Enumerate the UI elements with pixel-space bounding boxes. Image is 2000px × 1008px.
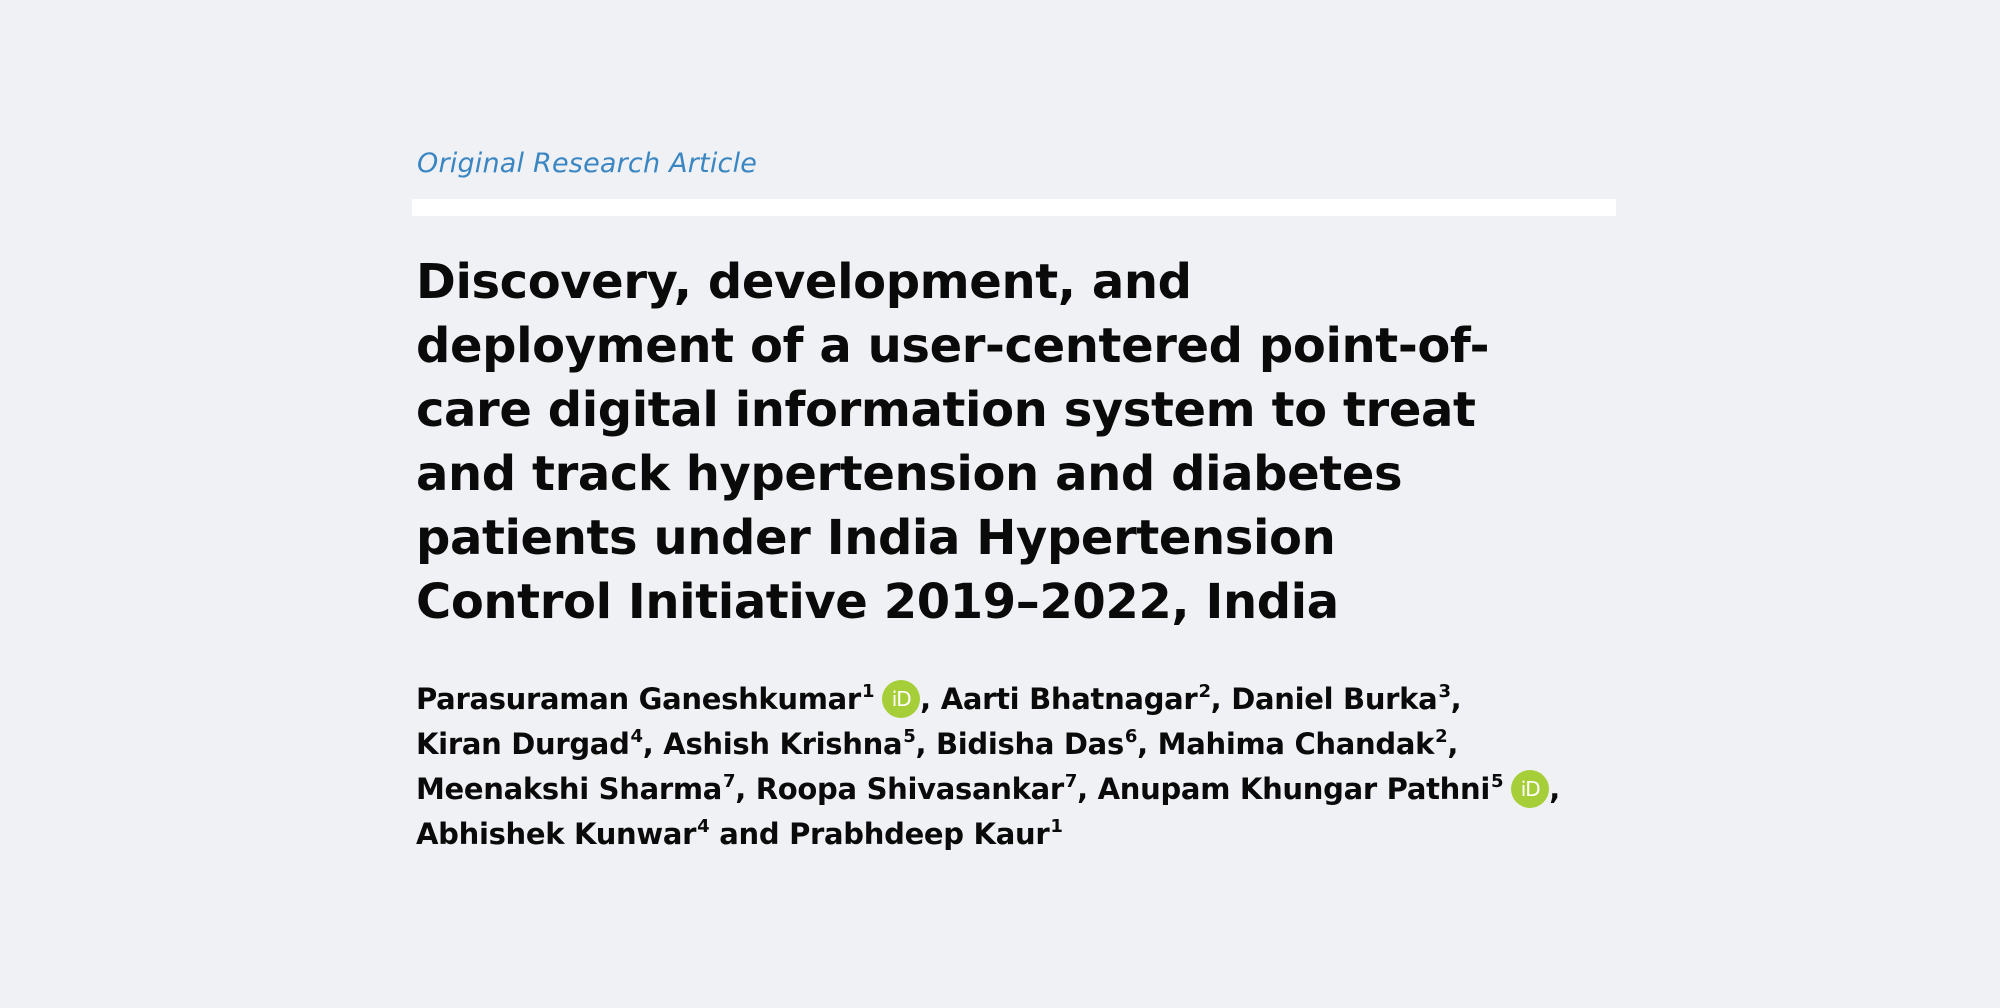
affiliation-number: 5 xyxy=(1490,771,1504,792)
author-separator: and xyxy=(709,817,790,851)
author-name[interactable]: Anupam Khungar Pathni5 xyxy=(1098,772,1504,806)
author-separator: , xyxy=(1210,682,1232,716)
author-name[interactable]: Daniel Burka3 xyxy=(1231,681,1451,716)
author-separator: , xyxy=(1450,682,1462,716)
author-name[interactable]: Prabhdeep Kaur1 xyxy=(789,817,1063,851)
affiliation-number: 1 xyxy=(1050,816,1063,837)
affiliation-number: 2 xyxy=(1435,726,1448,747)
author-name[interactable]: Roopa Shivasankar7 xyxy=(756,771,1078,806)
author-separator: , xyxy=(920,682,941,716)
affiliation-number: 1 xyxy=(861,681,875,702)
author-separator: , xyxy=(642,727,664,761)
author-name[interactable]: Bidisha Das6 xyxy=(936,727,1137,761)
header-divider xyxy=(412,199,1616,216)
author-separator: , xyxy=(735,772,756,806)
affiliation-number: 2 xyxy=(1198,681,1211,702)
affiliation-number: 7 xyxy=(723,771,736,792)
author-name[interactable]: Abhishek Kunwar4 xyxy=(416,816,710,851)
author-name[interactable]: Mahima Chandak2 xyxy=(1158,727,1448,761)
author-separator: , xyxy=(1077,772,1098,806)
author-separator: , xyxy=(1137,727,1158,761)
author-separator: , xyxy=(1447,727,1459,761)
author-name[interactable]: Kiran Durgad4 xyxy=(416,727,643,761)
author-name[interactable]: Parasuraman Ganeshkumar1 xyxy=(416,682,874,716)
article-title: Discovery, development, and deployment o… xyxy=(416,254,1490,630)
article-type-label: Original Research Article xyxy=(417,148,758,179)
affiliation-number: 3 xyxy=(1438,681,1451,702)
author-name[interactable]: Ashish Krishna5 xyxy=(663,727,915,761)
affiliation-number: 6 xyxy=(1124,726,1138,747)
affiliation-number: 5 xyxy=(903,726,916,747)
affiliation-number: 4 xyxy=(697,816,710,837)
author-list: Parasuraman Ganeshkumar1 iD, Aarti Bhatna… xyxy=(416,677,1566,857)
author-separator: , xyxy=(915,727,936,761)
author-name[interactable]: Aarti Bhatnagar2 xyxy=(941,682,1211,716)
affiliation-number: 4 xyxy=(630,726,644,747)
author-separator: , xyxy=(1549,772,1560,806)
author-name[interactable]: Meenakshi Sharma7 xyxy=(416,771,736,806)
orcid-icon[interactable]: iD xyxy=(1511,770,1550,808)
orcid-icon[interactable]: iD xyxy=(882,680,921,718)
affiliation-number: 7 xyxy=(1064,771,1078,792)
